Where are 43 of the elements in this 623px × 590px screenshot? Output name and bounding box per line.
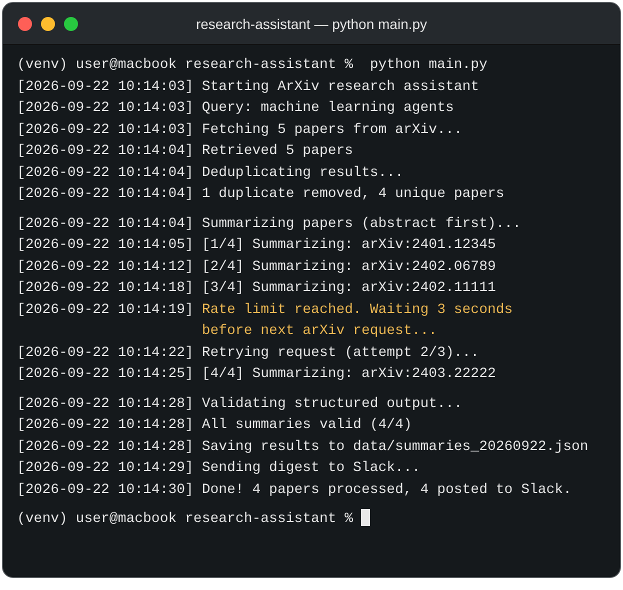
log-message: Sending digest to Slack... [202,459,420,478]
log-message: 1 duplicate removed, 4 unique papers [202,185,504,204]
log-timestamp: [2026-09-22 10:14:12] [17,258,194,276]
log-message: Summarizing papers (abstract first)... [202,214,522,234]
log-timestamp: [2026-09-22 10:14:05] [17,236,194,255]
log-timestamp: [2026-09-22 10:14:30] [17,480,194,500]
shell-prompt: (venv) user@macbook research-assistant % [17,510,354,529]
log-message: [4/4] Summarizing: arXiv:2403.22222 [202,365,496,384]
log-message: Done! 4 papers processed, 4 posted to Slack. [202,480,572,500]
minimize-button[interactable] [41,16,55,30]
warning-message: Rate limit reached. Waiting 3 seconds before next arXiv request... [202,300,514,341]
close-button[interactable] [18,16,32,30]
log-message: [2/4] Summarizing: arXiv:2402.06789 [202,258,496,276]
log-message: Retrying request (attempt 2/3)... [202,344,480,362]
log-timestamp: [2026-09-22 10:14:18] [17,279,194,298]
log-message: Retrieved 5 papers [202,142,354,161]
zoom-button[interactable] [64,16,78,30]
log-timestamp: [2026-09-22 10:14:25] [17,365,194,384]
log-message: Starting ArXiv research assistant [202,78,480,96]
log-message: Saving results to data/summaries_20260922.json [202,438,588,456]
log-message: [3/4] Summarizing: arXiv:2402.11111 [202,279,496,298]
log-message: Fetching 5 papers from arXiv... [202,120,462,140]
log-timestamp: [2026-09-22 10:14:03] [17,78,194,96]
log-timestamp: [2026-09-22 10:14:28] [17,438,194,456]
command-text: python main.py [370,56,488,75]
log-timestamp: [2026-09-22 10:14:28] [17,416,194,435]
log-timestamp: [2026-09-22 10:14:04] [17,185,194,204]
log-message: Query: machine learning agents [202,99,454,118]
window-title: research-assistant — python main.py [196,16,428,32]
log-timestamp: [2026-09-22 10:14:19] [17,300,194,320]
log-message: Deduplicating results... [202,164,404,182]
log-timestamp: [2026-09-22 10:14:29] [17,459,194,478]
log-timestamp: [2026-09-22 10:14:22] [17,344,194,362]
log-timestamp: [2026-09-22 10:14:04] [17,142,194,161]
log-timestamp: [2026-09-22 10:14:28] [17,394,194,414]
log-message: [1/4] Summarizing: arXiv:2401.12345 [202,236,496,255]
shell-prompt: (venv) user@macbook research-assistant % [17,56,354,75]
log-timestamp: [2026-09-22 10:14:04] [17,164,194,182]
log-timestamp: [2026-09-22 10:14:03] [17,99,194,118]
log-timestamp: [2026-09-22 10:14:04] [17,214,194,234]
log-message: Validating structured output... [202,394,462,414]
log-message: All summaries valid (4/4) [202,416,412,435]
log-timestamp: [2026-09-22 10:14:03] [17,120,194,140]
